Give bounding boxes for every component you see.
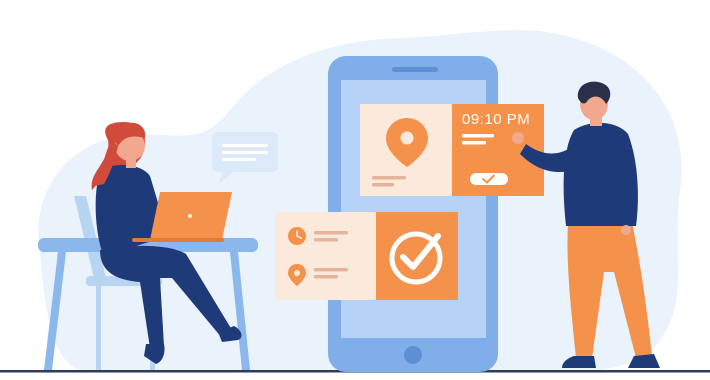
laptop-base (132, 238, 224, 242)
chair-leg-1 (96, 284, 101, 370)
time-card-confirm-pill[interactable] (470, 173, 508, 185)
laptop-logo (188, 214, 192, 218)
status-card-line-1 (314, 231, 348, 235)
status-card-line-2 (314, 238, 338, 242)
woman-neck (126, 158, 136, 168)
time-card-time: 09:10 PM (462, 111, 530, 128)
status-card-left (275, 212, 381, 300)
phone-speaker (392, 67, 438, 72)
status-card-right (376, 212, 458, 300)
status-card (275, 212, 458, 300)
time-card: 09:10 PM (360, 104, 544, 196)
status-card-line-3 (314, 268, 348, 272)
status-card-line-4 (314, 275, 338, 279)
clock-icon (288, 227, 306, 245)
time-card-text-line-2 (372, 183, 394, 187)
time-card-text-line-1 (372, 176, 406, 180)
man-hand (512, 132, 524, 144)
time-card-detail-line-2 (462, 141, 486, 145)
phone-home-button[interactable] (404, 346, 422, 364)
time-card-detail-line-1 (462, 134, 494, 138)
man-back-hand (621, 225, 631, 235)
scene: 09:10 PM (0, 30, 710, 373)
